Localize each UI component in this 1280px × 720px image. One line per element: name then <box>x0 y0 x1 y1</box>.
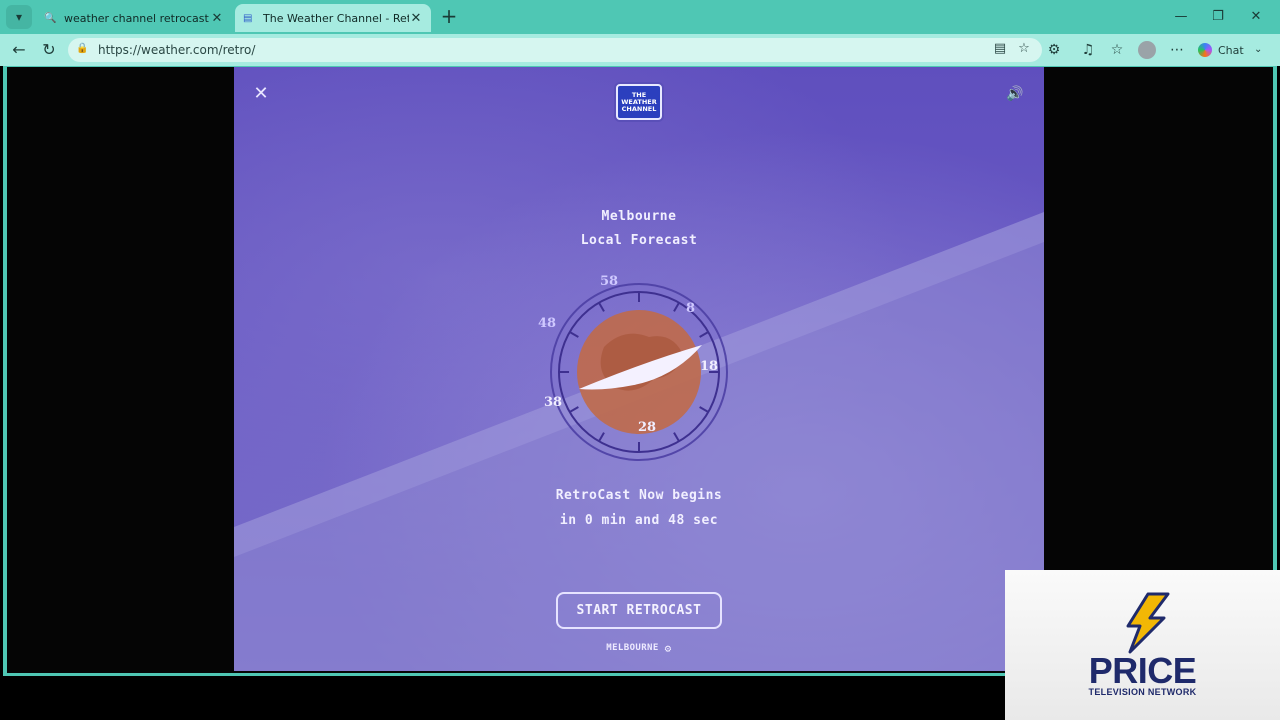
profile-avatar[interactable] <box>1138 41 1156 59</box>
more-options-icon[interactable]: ⋯ <box>1166 40 1188 60</box>
new-tab-button[interactable]: + <box>438 6 460 28</box>
speaker-icon[interactable]: 🔊 <box>1004 83 1026 105</box>
restore-button[interactable]: ❐ <box>1203 6 1233 28</box>
search-icon: 🔍 <box>44 12 57 24</box>
dial-tick <box>598 302 605 312</box>
performance-icon[interactable]: ♫ <box>1077 40 1099 60</box>
network-subtitle: TELEVISION NETWORK <box>1088 687 1197 697</box>
tab-retrocast[interactable]: ▤ The Weather Channel - RetroCast ✕ <box>235 4 431 32</box>
dial-tick <box>673 302 680 312</box>
close-tab-icon[interactable]: ✕ <box>409 11 423 26</box>
retrocast-stage: ✕ 🔊 THE WEATHER CHANNEL Melbourne Local … <box>234 67 1044 671</box>
dial-tick <box>673 432 680 442</box>
chat-label: Chat <box>1218 43 1244 57</box>
dial-label: 28 <box>638 420 656 435</box>
page-icon: ▤ <box>243 12 253 24</box>
city-selector[interactable]: MELBOURNE ⚙ <box>574 640 704 656</box>
forecast-subtitle: Local Forecast <box>580 233 698 248</box>
logo-line: CHANNEL <box>621 104 657 113</box>
dial-label: 58 <box>600 274 618 289</box>
network-name: PRICE <box>1088 650 1197 691</box>
dial-tick <box>598 432 605 442</box>
close-icon[interactable]: ✕ <box>250 83 272 105</box>
gear-icon[interactable]: ⚙ <box>665 642 672 655</box>
countdown-line-2: in 0 min and 48 sec <box>559 513 719 528</box>
favorite-star-icon[interactable]: ☆ <box>1014 39 1034 59</box>
minimize-button[interactable]: — <box>1166 6 1196 28</box>
dial-label: 48 <box>538 316 556 331</box>
browser-toolbar: ← ↻ 🔒 https://weather.com/retro/ ▤ ☆ ⚙ ♫… <box>0 34 1280 66</box>
chat-button[interactable]: Chat <box>1198 40 1250 60</box>
chevron-down-icon: ▾ <box>15 10 23 24</box>
extensions-icon[interactable]: ⚙ <box>1043 40 1065 60</box>
location-name: Melbourne <box>601 209 677 224</box>
tab-title: The Weather Channel - RetroCast <box>263 11 409 25</box>
chevron-down-icon[interactable]: ⌄ <box>1254 40 1270 60</box>
tab-title: weather channel retrocast - Search <box>64 11 210 25</box>
back-button[interactable]: ← <box>7 38 31 62</box>
dial-label: 38 <box>544 395 562 410</box>
tab-actions-menu[interactable]: ▾ <box>6 5 32 29</box>
favorites-icon[interactable]: ☆ <box>1106 40 1128 60</box>
lock-icon: 🔒 <box>76 43 89 54</box>
countdown-line-1: RetroCast Now begins <box>555 488 723 503</box>
address-bar[interactable]: 🔒 https://weather.com/retro/ <box>68 38 1042 62</box>
network-watermark: PRICE TELEVISION NETWORK <box>1005 570 1280 720</box>
tab-search[interactable]: 🔍 weather channel retrocast - Search ✕ <box>36 4 232 32</box>
dial-tick <box>699 406 709 413</box>
start-retrocast-button[interactable]: START RETROCAST <box>556 592 722 629</box>
refresh-button[interactable]: ↻ <box>37 38 61 62</box>
address-url: https://weather.com/retro/ <box>98 43 256 57</box>
close-tab-icon[interactable]: ✕ <box>210 11 224 26</box>
dial-label: 18 <box>700 359 718 374</box>
countdown-dial: 58 8 18 28 38 48 <box>538 274 728 461</box>
lightning-bolt-icon <box>1126 592 1170 654</box>
city-label: MELBOURNE <box>606 643 659 653</box>
close-window-button[interactable]: ✕ <box>1241 6 1271 28</box>
dial-tick <box>569 406 579 413</box>
copilot-icon <box>1198 43 1212 57</box>
tab-bar: ▾ 🔍 weather channel retrocast - Search ✕… <box>0 0 1280 34</box>
dial-label: 8 <box>686 301 695 316</box>
weather-channel-logo: THE WEATHER CHANNEL <box>616 84 662 120</box>
dial-tick <box>569 331 579 338</box>
reader-mode-icon[interactable]: ▤ <box>990 39 1010 59</box>
dial-tick <box>699 331 709 338</box>
